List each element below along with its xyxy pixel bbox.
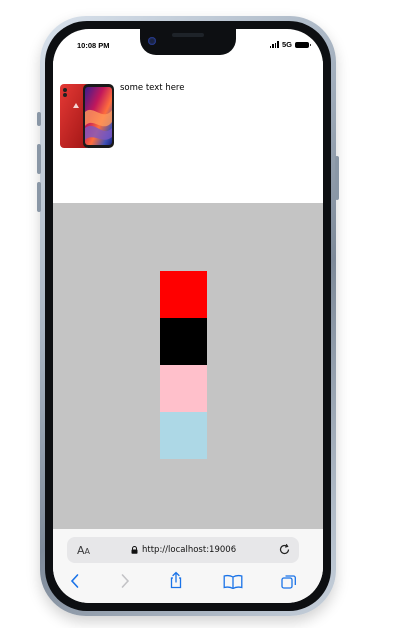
phone-frame: 10:08 PM 5G some text here AA http://loc… [37, 16, 339, 616]
front-camera [148, 37, 156, 45]
lock-icon [131, 546, 138, 554]
network-label: 5G [281, 40, 292, 49]
url-display[interactable]: http://localhost:19006 [131, 545, 236, 555]
swatch-light-blue [160, 412, 207, 459]
status-time: 10:08 PM [77, 41, 110, 50]
caption-text: some text here [120, 83, 185, 93]
url-text: http://localhost:19006 [142, 545, 237, 555]
power-button [335, 156, 339, 200]
notch [140, 29, 236, 55]
status-indicators: 5G [269, 40, 311, 49]
text-size-button[interactable]: AA [77, 544, 90, 557]
earpiece-speaker [172, 33, 204, 37]
forward-icon[interactable] [119, 573, 131, 589]
swatch-red [160, 271, 207, 318]
swatch-panel [53, 203, 323, 529]
share-icon[interactable] [168, 571, 184, 589]
content-header: some text here [53, 61, 323, 203]
volume-up-button [37, 144, 41, 174]
signal-icon [269, 41, 279, 48]
address-bar[interactable]: AA http://localhost:19006 [67, 537, 299, 563]
battery-icon [295, 41, 311, 48]
tabs-icon[interactable] [281, 574, 297, 590]
reload-icon[interactable] [278, 543, 291, 556]
phone-bezel: 10:08 PM 5G some text here AA http://loc… [45, 21, 331, 611]
silent-switch [37, 112, 41, 126]
phone-screen: 10:08 PM 5G some text here AA http://loc… [53, 29, 323, 603]
swatch-black [160, 318, 207, 365]
back-icon[interactable] [69, 573, 81, 589]
product-thumbnail-graphic [59, 82, 115, 150]
bookmarks-icon[interactable] [223, 574, 243, 589]
phone-product-image[interactable] [59, 82, 115, 150]
safari-toolbar: AA http://localhost:19006 [53, 529, 323, 603]
swatch-pink [160, 365, 207, 412]
volume-down-button [37, 182, 41, 212]
